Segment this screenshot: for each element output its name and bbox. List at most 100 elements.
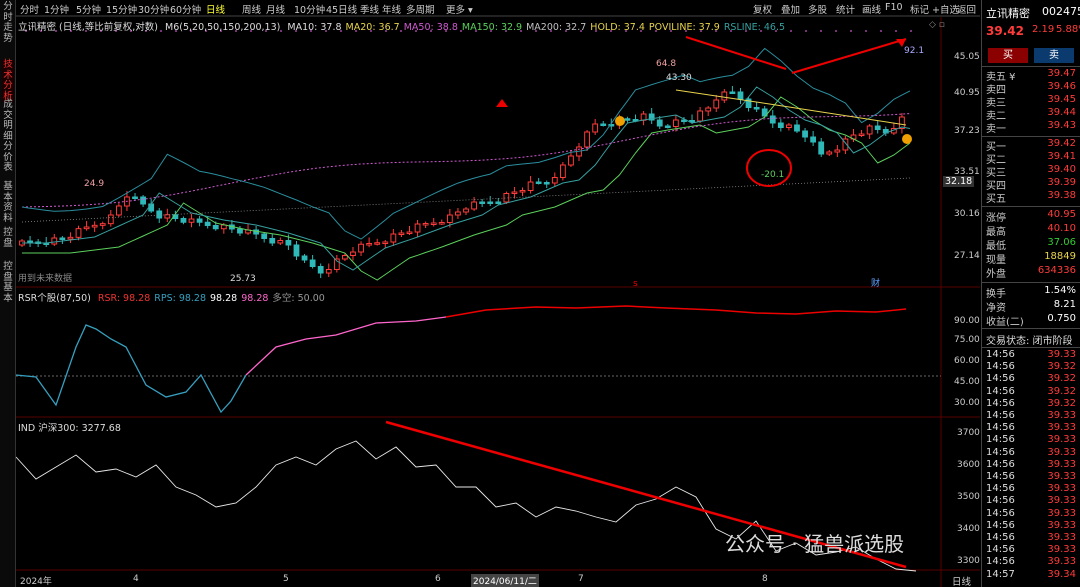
tick-row-label: 14:56 — [986, 519, 1015, 531]
sidebar-tab-6[interactable]: 控盘基本 — [2, 261, 14, 304]
toolbar-btn-4[interactable]: 画线 — [862, 2, 881, 16]
period-tab-0[interactable]: 分时 — [20, 2, 39, 16]
tick-row-value: 39.33 — [1047, 483, 1076, 495]
ask-row-value: 39.44 — [1047, 107, 1076, 118]
toolbar-btn-7[interactable]: +自选 — [932, 2, 959, 16]
collapse-icon[interactable]: ◇ ▫ — [929, 20, 945, 30]
tick-row-value: 39.33 — [1047, 519, 1076, 531]
stat-row: 外盘 634336 — [986, 265, 1078, 280]
ask-row: 卖二 39.44 — [986, 107, 1078, 122]
tick-row-value: 39.32 — [1047, 361, 1076, 373]
candle-body — [325, 269, 332, 274]
stat-row-value: 18849 — [1044, 251, 1076, 262]
tick-row-label: 14:56 — [986, 507, 1015, 519]
candle-body — [350, 251, 356, 256]
bid-row: 买二 39.41 — [986, 151, 1078, 166]
rs-end-label: 92.1 — [904, 46, 924, 56]
tick-row-label: 14:56 — [986, 556, 1015, 568]
toolbar-btn-3[interactable]: 统计 — [836, 2, 855, 16]
ask-row-value: 39.47 — [1047, 68, 1076, 79]
ask-row-value: 39.46 — [1047, 81, 1076, 92]
candle-body — [446, 214, 453, 223]
candle-body — [398, 232, 405, 235]
period-tab-7[interactable]: 周线 — [242, 2, 261, 16]
period-tab-9[interactable]: 10分钟 — [294, 2, 325, 16]
rsr-value-2: 98.28 — [210, 293, 238, 304]
toolbar-btn-6[interactable]: 标记 — [910, 2, 929, 16]
candle-body — [59, 237, 66, 240]
bid-row: 买一 39.42 — [986, 138, 1078, 153]
tick-row-value: 39.33 — [1047, 544, 1076, 556]
candle-body — [600, 123, 607, 126]
candle-body — [422, 223, 429, 226]
price-axis-label: 33.51 — [954, 167, 980, 177]
main-info-line: 立讯精密 (日线,等比前复权,对数) M6(5,20,50,150,200,13… — [18, 19, 785, 33]
tick-row: 14:56 39.33 — [986, 410, 1078, 423]
sell-button[interactable]: 卖 — [1034, 48, 1074, 63]
bid-row-value: 39.41 — [1047, 151, 1076, 162]
period-tab-4[interactable]: 30分钟 — [138, 2, 169, 16]
stat2-row: 收益(二) 0.750 — [986, 313, 1078, 328]
toolbar-btn-1[interactable]: 叠加 — [781, 2, 800, 16]
sidebar-tab-2[interactable]: 成交明细 — [2, 99, 14, 142]
candle-body — [729, 91, 736, 94]
stat2-row-label: 换手 — [986, 289, 1006, 300]
period-toolbar: 分时 1分钟 5分钟 15分钟 30分钟 60分钟 日线 周线 月线 10分钟 45日线 季线 年线 多周… — [16, 0, 980, 16]
period-tab-10[interactable]: 45日线 — [326, 2, 357, 16]
ind-axis-label: 3400 — [957, 524, 980, 534]
ind-label: IND 沪深300: 3277.68 — [18, 423, 121, 434]
period-tab-6[interactable]: 日线 — [206, 2, 225, 16]
toolbar-btn-2[interactable]: 多股 — [808, 2, 827, 16]
ask-row-value: 39.45 — [1047, 94, 1076, 105]
period-tab-13[interactable]: 多周期 — [406, 2, 435, 16]
current-price-tag: 32.18 — [943, 176, 975, 187]
sidebar-tab-1[interactable]: 技术分析 — [2, 59, 14, 102]
high-label: 64.8 — [656, 59, 676, 69]
period-tab-3[interactable]: 15分钟 — [106, 2, 137, 16]
stat2-row-label: 净资 — [986, 303, 1006, 314]
sidebar-tab-5[interactable]: 控盘 — [2, 227, 14, 249]
candle-body — [697, 110, 704, 122]
marker-dot — [820, 30, 822, 32]
period-tab-8[interactable]: 月线 — [266, 2, 285, 16]
toolbar-btn-5[interactable]: F10 — [885, 2, 903, 13]
candle-body — [196, 218, 203, 223]
tick-row-value: 39.33 — [1047, 349, 1076, 360]
period-tab-12[interactable]: 年线 — [382, 2, 401, 16]
price-axis-label: 30.16 — [954, 209, 980, 219]
tick-row: 14:56 39.32 — [986, 386, 1078, 399]
future-data-note: 用到未来数据 — [18, 274, 73, 284]
cai-marker: 财 — [871, 277, 880, 289]
period-tab-2[interactable]: 5分钟 — [76, 2, 101, 16]
sidebar-tab-3[interactable]: 分价表 — [2, 141, 14, 174]
tick-row: 14:56 39.33 — [986, 434, 1078, 447]
rsr-label: RSR个股(87,50) — [18, 293, 91, 304]
rsr-red-line — [445, 305, 907, 318]
toolbar-btn-0[interactable]: 复权 — [753, 2, 772, 16]
sidebar-tab-0[interactable]: 分时走势 — [2, 1, 14, 44]
tick-row: 14:56 39.33 — [986, 349, 1078, 362]
period-tab-14[interactable]: 更多 ▾ — [446, 2, 473, 16]
tick-row-label: 14:56 — [986, 471, 1015, 482]
candle-body — [858, 133, 865, 136]
candle-body — [366, 243, 373, 246]
candle-body — [140, 196, 146, 205]
candle-body — [164, 214, 171, 219]
candle-body — [527, 181, 534, 191]
bid-row-label: 买五 — [986, 194, 1006, 205]
ask-row: 卖五 ¥39.47 — [986, 68, 1078, 83]
sidebar-tab-4[interactable]: 基本资料 — [2, 181, 14, 224]
period-tab-1[interactable]: 1分钟 — [44, 2, 69, 16]
tick-row-label: 14:56 — [986, 422, 1015, 434]
candle-body — [519, 190, 526, 193]
candle-body — [455, 211, 461, 216]
tick-row-label: 14:56 — [986, 385, 1015, 397]
tick-row: 14:56 39.32 — [986, 373, 1078, 386]
high-label-2: 43.30 — [666, 73, 692, 83]
buy-button[interactable]: 买 — [988, 48, 1028, 63]
period-tab-5[interactable]: 60分钟 — [170, 2, 201, 16]
candle-body — [212, 225, 219, 230]
toolbar-btn-8[interactable]: 返回 — [957, 2, 976, 16]
period-tab-11[interactable]: 季线 — [360, 2, 379, 16]
price-axis-label: 45.05 — [954, 52, 980, 62]
